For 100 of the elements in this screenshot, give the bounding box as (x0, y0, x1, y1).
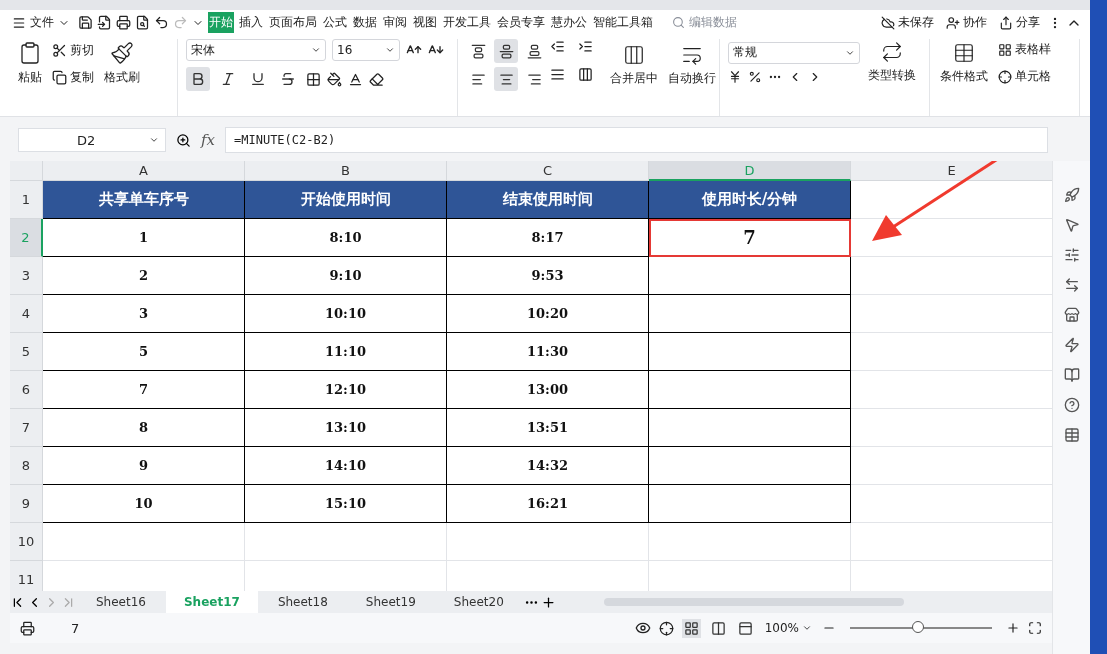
fullscreen-icon[interactable] (1028, 621, 1042, 635)
ribbon-tab[interactable]: 审阅 (382, 12, 408, 33)
table-cell: 13:51 (447, 409, 649, 447)
table-cell: 1 (43, 219, 245, 257)
zoom-select[interactable]: 100% (762, 619, 814, 637)
font-color-icon[interactable] (348, 71, 363, 87)
wrap-text-button[interactable]: 自动换行 (666, 41, 718, 89)
currency-icon[interactable] (728, 69, 742, 84)
align-button[interactable] (494, 39, 518, 63)
book-icon[interactable] (1063, 367, 1080, 383)
sheet-tab[interactable]: Sheet18 (259, 591, 346, 613)
align-icon (498, 71, 514, 87)
share-button[interactable]: 分享 (995, 14, 1044, 31)
row-header[interactable]: 8 (10, 447, 43, 485)
ribbon-tab[interactable]: 智能工具箱 (592, 12, 654, 33)
table-cell: 16:21 (447, 485, 649, 523)
cut-button[interactable]: 剪切 (50, 39, 96, 61)
share-icon (999, 15, 1013, 30)
zoom-icon[interactable] (176, 132, 191, 148)
paintbrush-icon (110, 41, 134, 65)
cell-style-button[interactable]: 单元格 (996, 66, 1053, 87)
table-icon[interactable] (1063, 427, 1080, 443)
number-format-select[interactable]: 常规 (728, 41, 860, 64)
fill-color-icon[interactable] (327, 71, 342, 87)
percent-icon[interactable] (748, 69, 762, 84)
eraser-icon[interactable] (369, 71, 384, 87)
normal-view-button[interactable] (681, 618, 701, 638)
share-people-button[interactable]: 协作 (942, 14, 991, 31)
sheet-tab[interactable]: Sheet16 (78, 591, 164, 613)
font-name-select[interactable]: 宋体 (186, 39, 326, 61)
bold-button[interactable] (186, 67, 210, 91)
printer-icon[interactable] (20, 620, 35, 636)
justify-icon[interactable] (550, 67, 565, 82)
help-icon[interactable] (1063, 397, 1080, 413)
row-header[interactable]: 11 (10, 561, 43, 591)
table-cell: 7 (43, 371, 245, 409)
columns-icon (710, 620, 726, 636)
table-style-button[interactable]: 表格样 (996, 39, 1053, 60)
row-header[interactable]: 6 (10, 371, 43, 409)
print-preview-icon[interactable] (135, 15, 150, 30)
ribbon-tab[interactable]: 数据 (352, 12, 378, 33)
function-label[interactable]: fx (201, 131, 215, 149)
add-user-icon (946, 15, 960, 30)
type-convert-button[interactable]: 类型转换 (866, 39, 918, 86)
crosshair-icon (998, 69, 1012, 84)
add-sheet-icon[interactable] (540, 594, 556, 610)
save-icon[interactable] (78, 15, 93, 30)
ribbon-tab[interactable]: 慧办公 (550, 12, 588, 33)
file-menu[interactable]: 文件 (8, 14, 74, 31)
row-header[interactable]: 4 (10, 295, 43, 333)
format-painter-button[interactable]: 格式刷 (102, 39, 142, 88)
eye-icon[interactable] (634, 620, 651, 636)
ribbon-tab[interactable]: 插入 (238, 12, 264, 33)
print-icon[interactable] (116, 15, 131, 30)
row-header[interactable]: 9 (10, 485, 43, 523)
indent-decrease-icon[interactable] (550, 39, 565, 54)
merge-icon (623, 43, 645, 66)
crosshair-icon[interactable] (658, 620, 674, 636)
formula-field[interactable]: =MINUTE(C2-B2) (225, 127, 1048, 153)
pointer-icon[interactable] (1063, 217, 1080, 233)
undo-icon[interactable] (154, 15, 169, 30)
ribbon-tab[interactable]: 公式 (322, 12, 348, 33)
indent-increase-icon[interactable] (578, 39, 593, 54)
table-cell: 2 (43, 257, 245, 295)
paste-button[interactable]: 粘贴 (16, 39, 44, 88)
row-header[interactable]: 5 (10, 333, 43, 371)
column-header[interactable]: C (447, 161, 649, 181)
row-header[interactable]: 10 (10, 523, 43, 561)
row-header[interactable]: 1 (10, 181, 43, 219)
copy-button[interactable]: 复制 (50, 66, 96, 88)
column-header[interactable]: E (851, 161, 1052, 181)
sheet-tab[interactable]: Sheet19 (347, 591, 434, 613)
merge-center-button[interactable]: 合并居中 (608, 41, 660, 89)
row-header[interactable]: 3 (10, 257, 43, 295)
table-cell: 14:10 (245, 447, 447, 485)
store-icon[interactable] (1063, 307, 1080, 323)
column-header[interactable]: A (43, 161, 245, 181)
sliders-icon[interactable] (1063, 247, 1080, 263)
conditional-format-button[interactable]: 条件格式 (938, 39, 990, 87)
slider-thumb[interactable] (912, 621, 925, 633)
swap-icon[interactable] (1063, 277, 1080, 293)
save-button[interactable]: 未保存 (877, 14, 938, 31)
name-box[interactable]: D2 (18, 128, 166, 152)
search-field[interactable]: 编辑数据 (672, 14, 737, 31)
column-header[interactable]: B (245, 161, 447, 181)
font-size-select[interactable]: 16 (332, 39, 400, 61)
rocket-icon[interactable] (1063, 187, 1080, 203)
distribute-icon[interactable] (578, 67, 593, 82)
header-cell: 共享单车序号 (43, 181, 245, 219)
sheet-tab[interactable]: Sheet20 (435, 591, 522, 613)
lightning-icon[interactable] (1063, 337, 1080, 353)
row-header[interactable]: 7 (10, 409, 43, 447)
export-icon[interactable] (97, 15, 112, 30)
zoom-in-icon[interactable] (1006, 621, 1020, 635)
menu-icon (12, 15, 26, 30)
ribbon-tab[interactable]: 开发工具 (442, 12, 492, 33)
ribbon-tab[interactable]: 页面布局 (268, 12, 318, 33)
ribbon-tab[interactable]: 视图 (412, 12, 438, 33)
ribbon-tab[interactable]: 会员专享 (496, 12, 546, 33)
border-icon[interactable] (306, 71, 321, 87)
